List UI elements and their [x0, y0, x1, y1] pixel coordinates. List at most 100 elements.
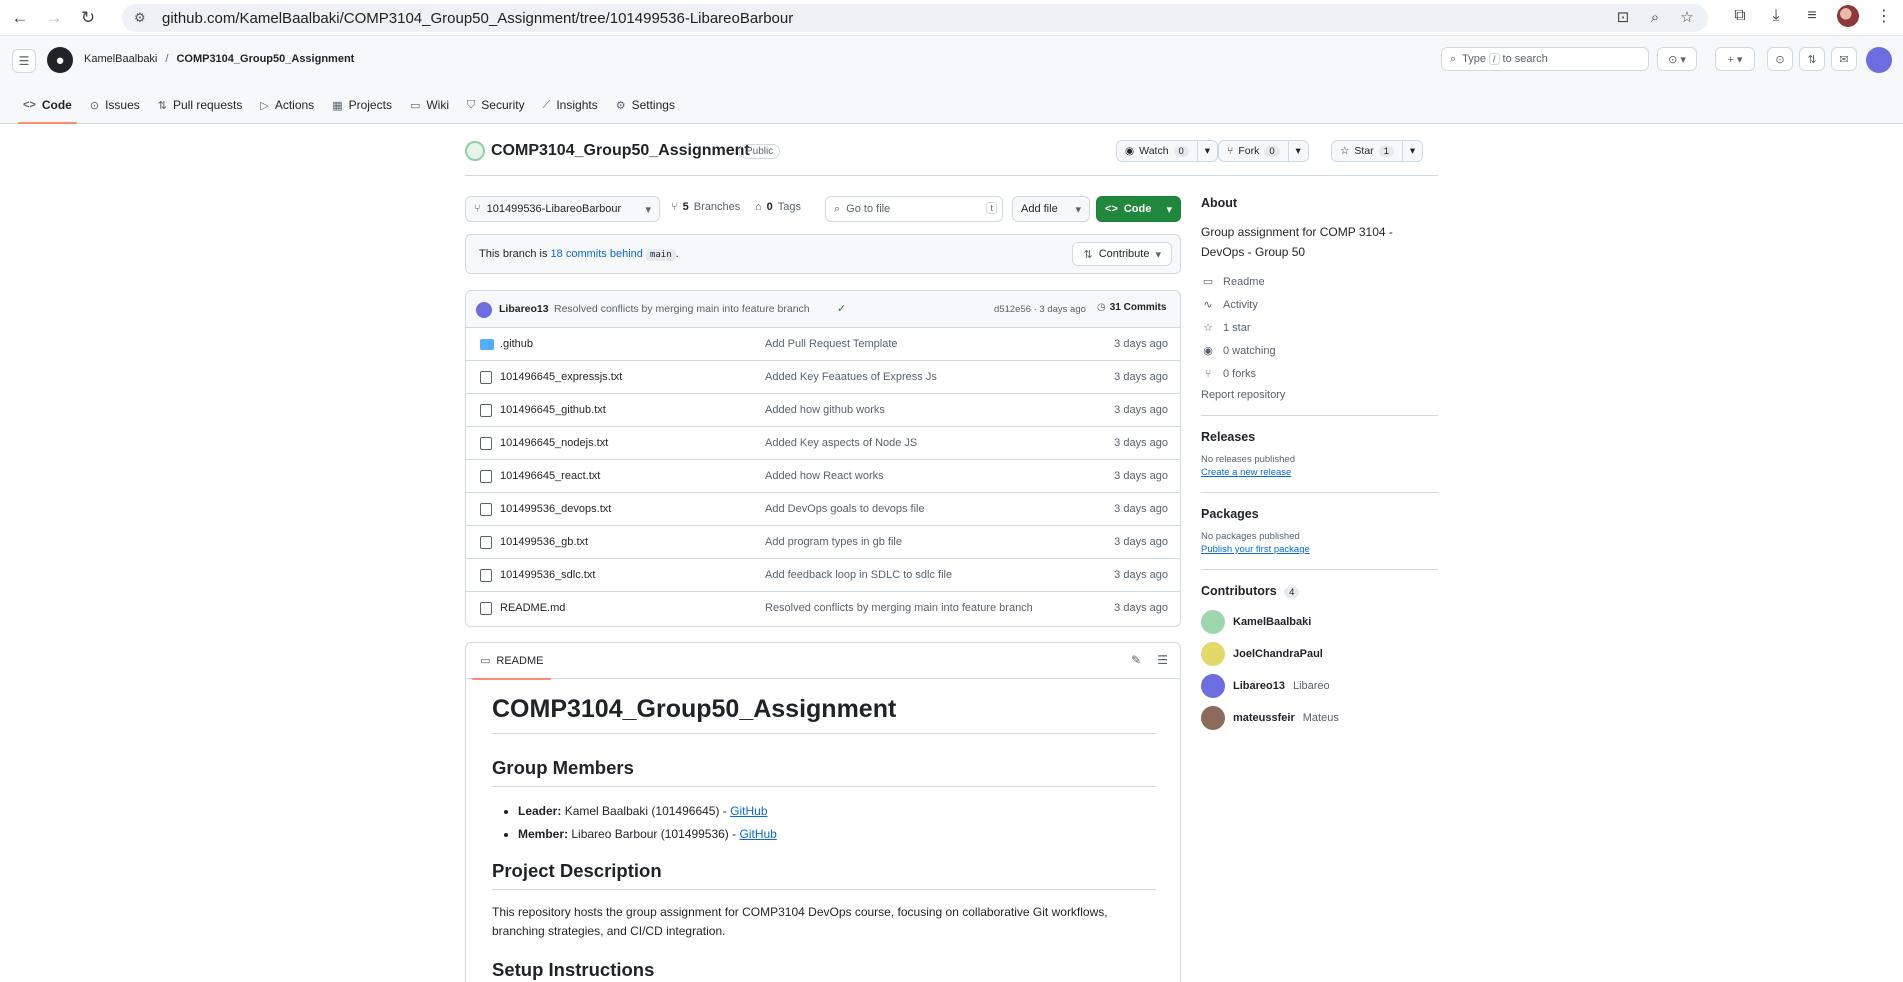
contributor-login[interactable]: JoelChandraPaul: [1233, 648, 1323, 660]
file-commit-message[interactable]: Add feedback loop in SDLC to sdlc file: [765, 569, 952, 581]
hamburger-menu-icon[interactable]: ☰: [12, 49, 36, 73]
contributor-item[interactable]: JoelChandraPaul: [1201, 638, 1438, 670]
contributor-login[interactable]: mateussfeir: [1233, 712, 1295, 724]
url-text[interactable]: github.com/KamelBaalbaki/COMP3104_Group5…: [162, 10, 793, 27]
branches-link[interactable]: ⑂ 5 Branches: [671, 201, 740, 213]
file-commit-message[interactable]: Add program types in gb file: [765, 536, 902, 548]
commit-sha-time[interactable]: d512e56 · 3 days ago: [994, 304, 1086, 315]
file-name[interactable]: 101499536_devops.txt: [500, 503, 611, 515]
pull-requests-button[interactable]: ⇅: [1799, 47, 1825, 71]
copilot-button[interactable]: ⊙ ▾: [1657, 47, 1697, 71]
tab-settings[interactable]: ⚙ Settings: [607, 86, 684, 124]
table-row[interactable]: .github Add Pull Request Template 3 days a…: [466, 328, 1180, 361]
file-name[interactable]: 101499536_gb.txt: [500, 536, 588, 548]
downloads-icon[interactable]: ⤓: [1765, 7, 1787, 25]
contribute-button[interactable]: ⇅ Contribute ▾: [1072, 242, 1172, 266]
stat-item[interactable]: ◉ 0 watching: [1201, 339, 1438, 362]
site-info-icon[interactable]: ⚙: [134, 10, 154, 26]
file-name[interactable]: 101496645_react.txt: [500, 470, 600, 482]
inbox-button[interactable]: ✉: [1831, 47, 1857, 71]
tab-code[interactable]: <> Code: [14, 86, 81, 124]
file-name[interactable]: 101499536_sdlc.txt: [500, 569, 595, 581]
file-name[interactable]: .github: [500, 338, 533, 350]
edit-pencil-icon[interactable]: ✎: [1131, 653, 1141, 667]
user-avatar[interactable]: [1866, 47, 1892, 73]
tab-insights[interactable]: ⟋ Insights: [534, 86, 607, 124]
bookmark-star-icon[interactable]: ☆: [1676, 8, 1698, 26]
file-commit-message[interactable]: Added Key Feaatues of Express Js: [765, 371, 937, 383]
packages-heading[interactable]: Packages: [1201, 507, 1438, 521]
create-new-button[interactable]: + ▾: [1715, 47, 1755, 71]
tags-link[interactable]: ⌂ 0 Tags: [755, 201, 801, 213]
table-row[interactable]: 101496645_github.txt Added how github wor…: [466, 394, 1180, 427]
readme-tab[interactable]: ▭ README: [471, 654, 553, 680]
menu-icon[interactable]: ⋮: [1873, 6, 1895, 26]
stat-item[interactable]: ⑂ 0 forks: [1201, 362, 1438, 385]
file-name[interactable]: 101496645_nodejs.txt: [500, 437, 608, 449]
commit-message[interactable]: Resolved conflicts by merging main into …: [554, 303, 810, 315]
profile-avatar[interactable]: [1837, 5, 1859, 27]
search-input[interactable]: ⌕ Type / to search: [1441, 47, 1649, 71]
avatar[interactable]: [1201, 674, 1225, 698]
file-commit-message[interactable]: Added how github works: [765, 404, 885, 416]
table-row[interactable]: README.md Resolved conflicts by merging m…: [466, 592, 1180, 625]
file-name[interactable]: 101496645_expressjs.txt: [500, 371, 622, 383]
address-bar[interactable]: ⚙ github.com/KamelBaalbaki/COMP3104_Grou…: [122, 4, 1708, 32]
contributor-item[interactable]: KamelBaalbaki: [1201, 606, 1438, 638]
commits-link[interactable]: ◷ 31 Commits: [1097, 302, 1166, 313]
stat-item[interactable]: ☆ 1 star: [1201, 316, 1438, 339]
commit-author[interactable]: Libareo13: [499, 303, 549, 315]
contributor-item[interactable]: mateussfeir Mateus: [1201, 702, 1438, 734]
file-commit-message[interactable]: Add DevOps goals to devops file: [765, 503, 925, 515]
outline-list-icon[interactable]: ☰: [1157, 653, 1168, 667]
contributor-login[interactable]: Libareo13: [1233, 680, 1285, 692]
table-row[interactable]: 101496645_expressjs.txt Added Key Feaatue…: [466, 361, 1180, 394]
file-commit-message[interactable]: Added how React works: [765, 470, 884, 482]
publish-package-link[interactable]: Publish your first package: [1201, 544, 1438, 555]
contributor-item[interactable]: Libareo13 Libareo: [1201, 670, 1438, 702]
avatar[interactable]: [1201, 706, 1225, 730]
tab-actions[interactable]: ▷ Actions: [251, 86, 323, 124]
avatar[interactable]: [1201, 610, 1225, 634]
report-repository-link[interactable]: Report repository: [1201, 389, 1438, 401]
zoom-icon[interactable]: ⌕: [1644, 9, 1666, 26]
fork-dropdown[interactable]: ▾: [1287, 141, 1308, 161]
avatar[interactable]: [1201, 642, 1225, 666]
tab-security[interactable]: ⛉ Security: [458, 86, 534, 124]
stat-item[interactable]: ▭ Readme: [1201, 270, 1438, 293]
breadcrumb-owner[interactable]: KamelBaalbaki: [84, 53, 157, 65]
releases-heading[interactable]: Releases: [1201, 430, 1438, 444]
tab-wiki[interactable]: ▭ Wiki: [401, 86, 458, 124]
contributors-heading[interactable]: Contributors 4: [1201, 584, 1438, 598]
github-logo-icon[interactable]: ●: [47, 47, 73, 73]
github-link[interactable]: GitHub: [739, 827, 776, 841]
file-commit-message[interactable]: Added Key aspects of Node JS: [765, 437, 917, 449]
commit-author-avatar[interactable]: [476, 302, 492, 318]
table-row[interactable]: 101499536_sdlc.txt Add feedback loop in S…: [466, 559, 1180, 592]
watch-button[interactable]: ◉ Watch 0 ▾: [1116, 140, 1218, 162]
issues-button[interactable]: ⊙: [1767, 47, 1793, 71]
branch-selector[interactable]: ⑂ 101499536-LibareoBarbour ▾: [465, 196, 660, 222]
table-row[interactable]: 101499536_devops.txt Add DevOps goals to …: [466, 493, 1180, 526]
create-release-link[interactable]: Create a new release: [1201, 467, 1438, 478]
breadcrumb-repo[interactable]: COMP3104_Group50_Assignment: [176, 53, 354, 65]
table-row[interactable]: 101496645_react.txt Added how React works…: [466, 460, 1180, 493]
file-name[interactable]: README.md: [500, 602, 565, 614]
add-file-button[interactable]: Add file ▾: [1012, 196, 1090, 222]
file-commit-message[interactable]: Add Pull Request Template: [765, 338, 898, 350]
table-row[interactable]: 101496645_nodejs.txt Added Key aspects of…: [466, 427, 1180, 460]
back-icon[interactable]: ←: [6, 4, 34, 32]
watch-dropdown[interactable]: ▾: [1196, 141, 1217, 161]
table-row[interactable]: 101499536_gb.txt Add program types in gb …: [466, 526, 1180, 559]
reload-icon[interactable]: ↻: [74, 4, 102, 32]
fork-button[interactable]: ⑂ Fork 0 ▾: [1218, 140, 1309, 162]
install-icon[interactable]: ⊡: [1612, 8, 1634, 26]
commits-behind-link[interactable]: 18 commits behind: [551, 248, 643, 260]
star-button[interactable]: ☆ Star 1 ▾: [1331, 140, 1423, 162]
tab-pull-requests[interactable]: ⇅ Pull requests: [149, 86, 252, 124]
go-to-file-input[interactable]: ⌕ Go to file t: [825, 196, 1003, 222]
forward-icon[interactable]: →: [40, 4, 68, 32]
repo-name[interactable]: COMP3104_Group50_Assignment: [491, 142, 750, 160]
tab-projects[interactable]: ▦ Projects: [323, 86, 401, 124]
file-commit-message[interactable]: Resolved conflicts by merging main into …: [765, 602, 1033, 614]
